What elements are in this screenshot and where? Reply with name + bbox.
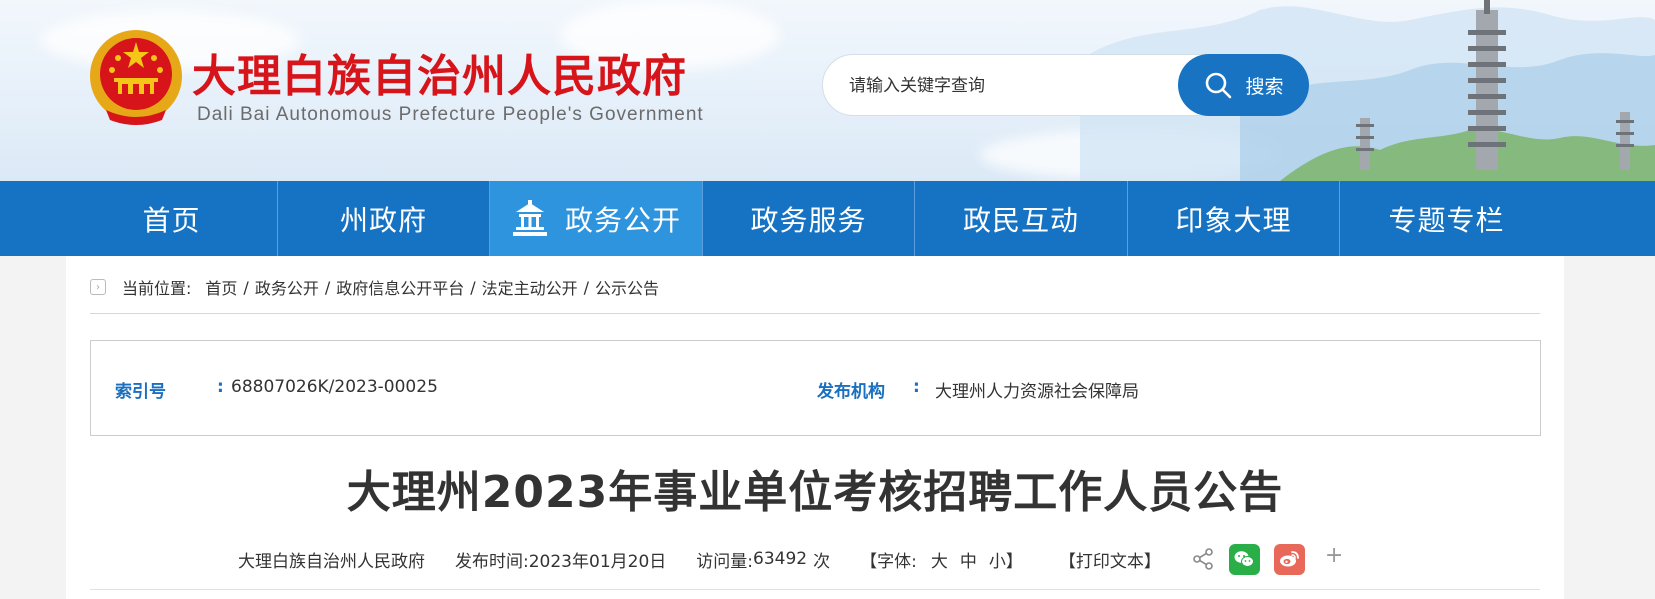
- views-count: 63492: [753, 549, 808, 569]
- weibo-icon: [1280, 551, 1300, 567]
- breadcrumb-separator: /: [583, 277, 590, 297]
- nav-item-label: 政民互动: [962, 203, 1079, 237]
- national-emblem-icon: [90, 30, 182, 125]
- building-icon: [512, 199, 547, 236]
- font-size-label: 【字体:: [860, 551, 917, 572]
- wechat-icon: [1234, 551, 1255, 567]
- site-subtitle: Dali Bai Autonomous Prefecture People's …: [197, 104, 704, 125]
- nav-item-label: 政务服务: [750, 203, 867, 237]
- index-number-label: 索引号: [115, 382, 166, 402]
- search-button[interactable]: 搜索: [1178, 54, 1309, 116]
- site-title: 大理白族自治州人民政府: [192, 51, 687, 102]
- main-nav: 首页 州政府 政务公开 政务服务 政民互动 印象大理 专题专栏: [0, 181, 1655, 256]
- breadcrumb-link-statutory[interactable]: 法定主动公开: [482, 275, 578, 299]
- breadcrumb-link-info-platform[interactable]: 政府信息公开平台: [336, 275, 464, 299]
- nav-item-label: 专题专栏: [1388, 203, 1505, 237]
- breadcrumb-separator: /: [324, 277, 331, 297]
- print-button[interactable]: 【打印文本】: [1059, 547, 1161, 572]
- colon: :: [217, 377, 224, 397]
- search-input[interactable]: [847, 69, 1181, 103]
- share-icon[interactable]: [1191, 547, 1215, 571]
- article-info-bar: 大理白族自治州人民政府 发布时间: 2023年01月20日 访问量: 63492…: [238, 543, 1343, 575]
- nav-item-interaction[interactable]: 政民互动: [915, 181, 1128, 256]
- more-share-icon[interactable]: +: [1325, 543, 1343, 568]
- publisher-value: 大理州人力资源社会保障局: [935, 382, 1139, 402]
- index-number-value: 68807026K/2023-00025: [231, 377, 438, 397]
- location-icon: ›: [90, 279, 106, 295]
- nav-item-label: 首页: [142, 203, 201, 237]
- article-container: › 当前位置: 首页 / 政务公开 / 政府信息公开平台 / 法定主动公开 / …: [66, 256, 1564, 599]
- search-icon: [1206, 72, 1232, 99]
- divider: [90, 313, 1540, 314]
- publish-date: 2023年01月20日: [528, 551, 667, 572]
- nav-item-gov-services[interactable]: 政务服务: [703, 181, 915, 256]
- divider: [90, 589, 1540, 590]
- nav-item-special-topics[interactable]: 专题专栏: [1340, 181, 1553, 256]
- site-header: 大理白族自治州人民政府 Dali Bai Autonomous Prefectu…: [0, 0, 1655, 181]
- breadcrumb-separator: /: [470, 277, 476, 297]
- font-size-medium-button[interactable]: 中: [960, 547, 977, 572]
- metadata-box: 索引号 : 68807026K/2023-00025 发布机构 : 大理州人力资…: [90, 340, 1541, 436]
- weibo-share-button[interactable]: [1273, 543, 1305, 575]
- colon: :: [913, 377, 920, 397]
- nav-item-label: 印象大理: [1175, 203, 1292, 237]
- wechat-share-button[interactable]: [1228, 543, 1260, 575]
- publisher-label: 发布机构: [817, 382, 885, 402]
- font-size-large-button[interactable]: 大: [931, 547, 948, 572]
- breadcrumb-separator: /: [243, 277, 249, 297]
- nav-item-government[interactable]: 州政府: [278, 181, 490, 256]
- views-unit: 次: [813, 551, 831, 572]
- views-label: 访问量:: [696, 551, 753, 572]
- search-button-label: 搜索: [1245, 75, 1284, 98]
- article-title: 大理州2023年事业单位考核招聘工作人员公告: [346, 467, 1284, 518]
- article-source: 大理白族自治州人民政府: [238, 551, 425, 572]
- breadcrumb-link-announcements[interactable]: 公示公告: [595, 275, 659, 299]
- font-size-small-button[interactable]: 小】: [989, 547, 1023, 572]
- nav-item-impression-dali[interactable]: 印象大理: [1128, 181, 1340, 256]
- breadcrumb-link-home[interactable]: 首页: [205, 275, 237, 299]
- breadcrumb: › 当前位置: 首页 / 政务公开 / 政府信息公开平台 / 法定主动公开 / …: [90, 272, 659, 302]
- nav-item-gov-affairs-open[interactable]: 政务公开: [490, 181, 703, 256]
- nav-item-label: 政务公开: [564, 203, 681, 237]
- nav-item-home[interactable]: 首页: [66, 181, 278, 256]
- nav-item-label: 州政府: [339, 203, 427, 237]
- breadcrumb-link-gov-affairs[interactable]: 政务公开: [255, 275, 319, 299]
- publish-label: 发布时间:: [455, 551, 529, 572]
- breadcrumb-label: 当前位置:: [122, 279, 192, 298]
